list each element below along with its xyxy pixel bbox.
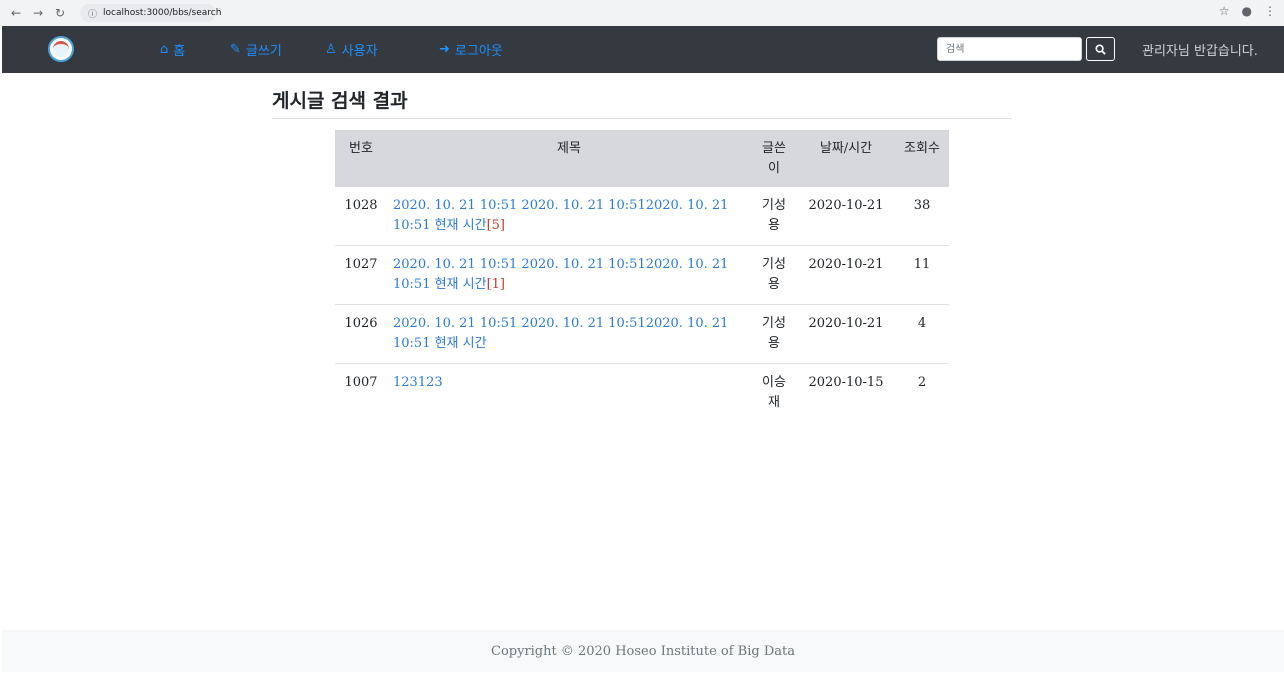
post-title-link[interactable]: 2020. 10. 21 10:51 2020. 10. 21 10:51202… <box>393 316 728 351</box>
table-row: 1028 2020. 10. 21 10:51 2020. 10. 21 10:… <box>335 187 949 246</box>
post-title: 2020. 10. 21 10:51 2020. 10. 21 10:51202… <box>393 198 729 233</box>
post-author: 기성용 <box>751 304 797 364</box>
header-title: 제목 <box>387 130 751 187</box>
logout-icon: ➜ <box>439 42 450 57</box>
header-views: 조회수 <box>895 130 949 187</box>
post-views: 4 <box>895 304 949 364</box>
post-title: 2020. 10. 21 10:51 2020. 10. 21 10:51202… <box>393 257 729 292</box>
nav-users[interactable]: ♙ 사용자 <box>325 40 378 59</box>
nav-users-label: 사용자 <box>341 44 378 59</box>
post-date: 2020-10-21 <box>797 304 895 364</box>
address-bar[interactable]: ⓘ localhost:3000/bbs/search <box>80 4 221 22</box>
edit-icon: ✎ <box>230 42 241 57</box>
bookmark-star-icon[interactable]: ☆ <box>1219 4 1230 18</box>
post-author: 기성용 <box>751 187 797 246</box>
site-logo[interactable] <box>48 36 74 62</box>
header-no: 번호 <box>335 130 387 187</box>
nav-write-label: 글쓰기 <box>245 44 282 59</box>
table-row: 1027 2020. 10. 21 10:51 2020. 10. 21 10:… <box>335 245 949 305</box>
header-author: 글쓴이 <box>751 130 797 187</box>
reload-icon[interactable]: ↻ <box>52 6 68 20</box>
nav-write[interactable]: ✎ 글쓰기 <box>230 40 282 59</box>
nav-logout-label: 로그아웃 <box>454 44 503 59</box>
header-date: 날짜/시간 <box>797 130 895 187</box>
table-row: 1007 123123 이승재 2020-10-15 2 <box>335 364 949 423</box>
post-author: 이승재 <box>762 375 786 410</box>
comment-count: [1] <box>486 277 505 292</box>
page-title: 게시글 검색 결과 <box>272 90 408 112</box>
navbar: ⌂ 홈 ✎ 글쓰기 ♙ 사용자 ➜ 로그아웃 관리자님 반갑습니다. <box>2 26 1284 73</box>
post-author: 기성용 <box>751 245 797 305</box>
search-icon <box>1095 43 1106 55</box>
title-divider <box>272 118 1012 119</box>
logo-mark <box>53 41 69 57</box>
post-date: 2020-10-21 <box>797 187 895 246</box>
search-input[interactable] <box>937 37 1082 61</box>
post-date: 2020-10-15 <box>808 375 884 390</box>
nav-home[interactable]: ⌂ 홈 <box>160 40 185 59</box>
copyright-text: Copyright © 2020 Hoseo Institute of Big … <box>491 643 795 659</box>
footer: Copyright © 2020 Hoseo Institute of Big … <box>2 630 1284 672</box>
nav-home-label: 홈 <box>173 44 186 59</box>
search-results-table: 번호 제목 글쓴이 날짜/시간 조회수 1028 2020. 10. 21 10… <box>335 130 949 422</box>
address-text: localhost:3000/bbs/search <box>103 8 222 18</box>
info-icon[interactable]: ⓘ <box>88 7 97 20</box>
menu-icon[interactable]: ⋮ <box>1264 4 1276 18</box>
back-icon[interactable]: ← <box>8 6 24 20</box>
post-views: 38 <box>895 187 949 246</box>
post-date: 2020-10-21 <box>797 245 895 305</box>
post-views: 11 <box>895 245 949 305</box>
post-number: 1027 <box>335 245 387 305</box>
comment-count: [5] <box>486 218 505 233</box>
post-title-link[interactable]: 2020. 10. 21 10:51 2020. 10. 21 10:51202… <box>393 257 728 292</box>
home-icon: ⌂ <box>160 42 169 57</box>
post-number: 1007 <box>344 375 378 390</box>
post-title: 123123 <box>393 375 443 390</box>
post-views: 2 <box>917 375 927 390</box>
post-title-link[interactable]: 123123 <box>393 375 443 390</box>
user-icon: ♙ <box>325 42 337 57</box>
table-row: 1026 2020. 10. 21 10:51 2020. 10. 21 10:… <box>335 304 949 364</box>
table-header-row: 번호 제목 글쓴이 날짜/시간 조회수 <box>335 130 949 187</box>
post-title-link[interactable]: 2020. 10. 21 10:51 2020. 10. 21 10:51202… <box>393 198 728 233</box>
nav-logout[interactable]: ➜ 로그아웃 <box>439 40 503 59</box>
search-button[interactable] <box>1086 37 1115 61</box>
post-number: 1026 <box>335 304 387 364</box>
post-number: 1028 <box>335 187 387 246</box>
profile-icon[interactable]: ● <box>1242 4 1252 18</box>
forward-icon[interactable]: → <box>30 6 46 20</box>
post-title: 2020. 10. 21 10:51 2020. 10. 21 10:51202… <box>393 316 729 351</box>
browser-toolbar: ← → ↻ ⓘ localhost:3000/bbs/search ☆ ● ⋮ <box>0 0 1284 26</box>
greeting-text: 관리자님 반갑습니다. <box>1142 44 1258 59</box>
